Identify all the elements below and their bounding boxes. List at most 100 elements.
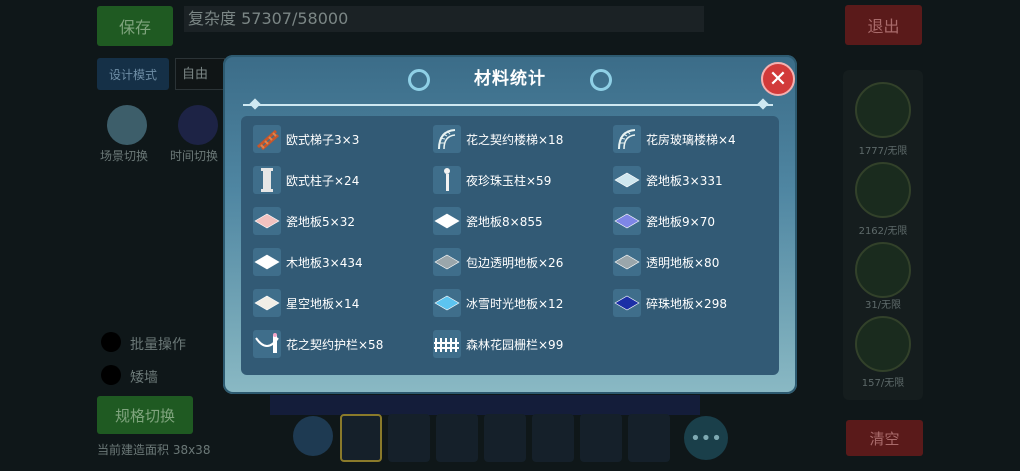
material-label: 欧式柱子×24 bbox=[286, 173, 360, 188]
material-item: 瓷地板8×855 bbox=[433, 206, 543, 236]
material-label: 欧式梯子3×3 bbox=[286, 132, 360, 147]
material-item: 碎珠地板×298 bbox=[613, 288, 727, 318]
tile-icon-graphic bbox=[614, 254, 640, 270]
tile-icon-graphic bbox=[254, 254, 280, 270]
category-floor-icon[interactable] bbox=[855, 242, 911, 298]
material-label: 包边透明地板×26 bbox=[466, 255, 564, 270]
material-label: 瓷地板3×331 bbox=[646, 173, 723, 188]
tray-slot[interactable] bbox=[436, 414, 478, 462]
batch-radio[interactable] bbox=[101, 332, 121, 352]
glass-stairs-icon bbox=[613, 125, 641, 153]
material-item: 欧式梯子3×3 bbox=[253, 124, 359, 154]
material-label: 瓷地板9×70 bbox=[646, 214, 715, 229]
material-label: 碎珠地板×298 bbox=[646, 296, 727, 311]
build-area-text: 当前建造面积 38x38 bbox=[97, 443, 211, 457]
material-label: 透明地板×80 bbox=[646, 255, 720, 270]
ladder-icon bbox=[253, 125, 281, 153]
tray-slot[interactable] bbox=[628, 414, 670, 462]
material-item: 花房玻璃楼梯×4 bbox=[613, 124, 736, 154]
wall-radio[interactable] bbox=[101, 365, 121, 385]
tray-slot[interactable] bbox=[340, 414, 382, 462]
material-label: 瓷地板5×32 bbox=[286, 214, 355, 229]
tray-slot[interactable] bbox=[484, 414, 526, 462]
divider-ornament-icon bbox=[757, 98, 769, 110]
material-item: 花之契约楼梯×18 bbox=[433, 124, 563, 154]
tile-icon-graphic bbox=[614, 213, 640, 229]
material-item: 夜珍珠玉柱×59 bbox=[433, 165, 551, 195]
material-label: 花之契约楼梯×18 bbox=[466, 132, 564, 147]
category-door-icon[interactable] bbox=[855, 316, 911, 372]
save-button[interactable]: 保存 bbox=[97, 6, 173, 46]
material-label: 星空地板×14 bbox=[286, 296, 360, 311]
railing-icon bbox=[253, 330, 281, 358]
material-item: 木地板3×434 bbox=[253, 247, 363, 277]
close-button[interactable]: ✕ bbox=[761, 62, 795, 96]
ornament-right-icon bbox=[590, 69, 612, 91]
material-item: 星空地板×14 bbox=[253, 288, 359, 318]
pearl-pillar-icon-graphic bbox=[444, 168, 450, 191]
material-item: 花之契约护栏×58 bbox=[253, 329, 383, 359]
category-furniture-icon[interactable] bbox=[855, 82, 911, 138]
tile-icon-graphic bbox=[254, 213, 280, 229]
material-list: 欧式梯子3×3 花之契约楼梯×18 花房玻璃楼梯×4 欧式柱子×24 夜珍珠玉柱×59 瓷… bbox=[241, 116, 779, 375]
scene-strip bbox=[270, 395, 700, 415]
category-count: 31/无限 bbox=[864, 300, 902, 311]
batch-label: 批量操作 bbox=[130, 337, 186, 353]
more-button[interactable]: ••• bbox=[684, 416, 728, 460]
scene-switch-label: 场景切换 bbox=[100, 149, 149, 163]
tile-icon bbox=[613, 248, 641, 276]
material-item: 冰雪时光地板×12 bbox=[433, 288, 563, 318]
fence-icon-graphic bbox=[434, 338, 459, 352]
material-label: 森林花园栅栏×99 bbox=[466, 337, 564, 352]
category-wall-icon[interactable] bbox=[855, 162, 911, 218]
pillar-icon-graphic bbox=[261, 168, 273, 192]
tile-icon bbox=[433, 207, 461, 235]
time-switch-label: 时间切换 bbox=[170, 149, 219, 163]
material-stats-dialog: 材料统计 ✕ 欧式梯子3×3 花之契约楼梯×18 花房玻璃楼梯×4 欧式柱子×24 夜珍… bbox=[223, 55, 797, 394]
design-mode-button[interactable]: 设计模式 bbox=[97, 58, 169, 90]
divider-ornament-icon bbox=[249, 98, 261, 110]
material-label: 花房玻璃楼梯×4 bbox=[646, 132, 736, 147]
material-item: 欧式柱子×24 bbox=[253, 165, 359, 195]
category-count: 1777/无限 bbox=[858, 146, 908, 157]
divider bbox=[243, 104, 773, 106]
scene-switch-icon[interactable] bbox=[107, 105, 147, 145]
tile-icon bbox=[253, 248, 281, 276]
tile-icon-graphic bbox=[254, 295, 280, 311]
tile-icon-graphic bbox=[434, 254, 460, 270]
right-category-panel: 1777/无限 2162/无限 31/无限 157/无限 bbox=[843, 70, 923, 400]
dialog-title: 材料统计 bbox=[474, 69, 546, 89]
tile-icon-graphic bbox=[434, 213, 460, 229]
material-item: 瓷地板9×70 bbox=[613, 206, 715, 236]
tile-icon-graphic bbox=[434, 295, 460, 311]
material-item: 包边透明地板×26 bbox=[433, 247, 563, 277]
tray-slot[interactable] bbox=[580, 414, 622, 462]
pearl-pillar-icon bbox=[433, 166, 461, 194]
tray-slot[interactable] bbox=[532, 414, 574, 462]
category-count: 2162/无限 bbox=[858, 226, 908, 237]
tile-icon bbox=[433, 289, 461, 317]
material-label: 夜珍珠玉柱×59 bbox=[466, 173, 552, 188]
tile-icon bbox=[613, 207, 641, 235]
complexity-readout: 复杂度 57307/58000 bbox=[184, 6, 704, 32]
material-item: 瓷地板5×32 bbox=[253, 206, 355, 236]
railing-icon-graphic bbox=[255, 333, 279, 353]
tray-slot[interactable] bbox=[388, 414, 430, 462]
tile-icon bbox=[613, 289, 641, 317]
tile-icon bbox=[253, 289, 281, 317]
material-item: 森林花园栅栏×99 bbox=[433, 329, 563, 359]
clear-button[interactable]: 清空 bbox=[846, 420, 923, 456]
spec-switch-button[interactable]: 规格切换 bbox=[97, 396, 193, 434]
glass-stairs-icon-graphic bbox=[618, 129, 636, 150]
tile-icon-graphic bbox=[614, 295, 640, 311]
stairs-icon bbox=[433, 125, 461, 153]
mode-select[interactable]: 自由 bbox=[175, 58, 225, 90]
material-label: 花之契约护栏×58 bbox=[286, 337, 384, 352]
exit-button[interactable]: 退出 bbox=[845, 5, 922, 45]
category-count: 157/无限 bbox=[861, 378, 905, 389]
pillar-icon bbox=[253, 166, 281, 194]
tile-icon bbox=[433, 248, 461, 276]
stairs-icon-graphic bbox=[438, 129, 456, 150]
time-switch-icon[interactable] bbox=[178, 105, 218, 145]
material-label: 冰雪时光地板×12 bbox=[466, 296, 564, 311]
